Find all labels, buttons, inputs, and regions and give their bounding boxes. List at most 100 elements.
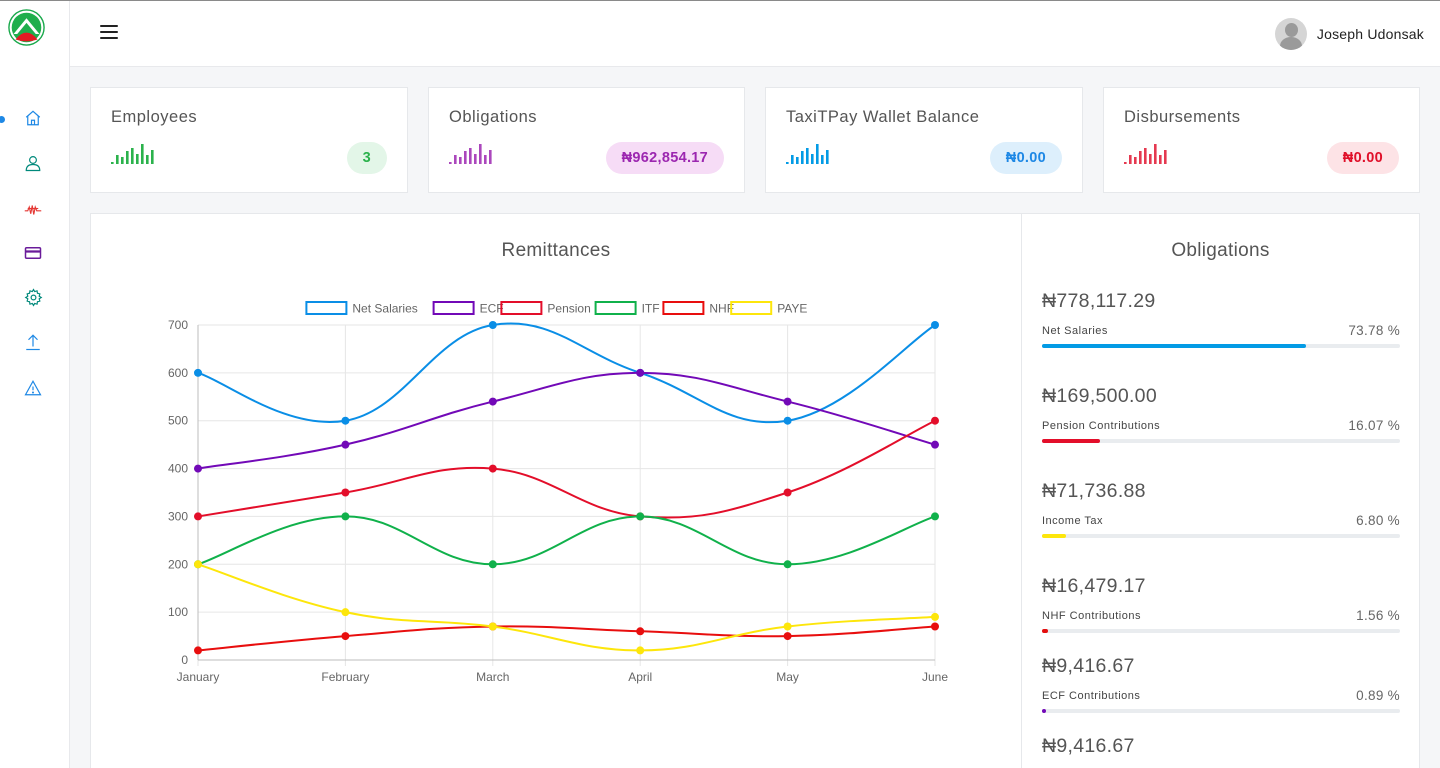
- upload-icon: [26, 334, 40, 351]
- y-tick-label: 500: [168, 414, 188, 428]
- data-point[interactable]: [636, 646, 645, 655]
- obligation-progress-fill: [1042, 629, 1048, 633]
- bar-chart-icon: [786, 144, 829, 164]
- data-point[interactable]: [488, 464, 497, 473]
- sidebar-item-remittances[interactable]: [22, 199, 44, 221]
- data-point[interactable]: [783, 416, 792, 425]
- obligation-amount: ₦169,500.00: [1042, 385, 1157, 407]
- y-tick-label: 300: [168, 509, 188, 523]
- user-icon: [25, 156, 41, 172]
- remittances-line-chart[interactable]: 0 100 200 300 400 500 600 700 January February Mar…: [91, 214, 1021, 734]
- sidebar-item-payments[interactable]: [22, 242, 44, 264]
- obligation-percent: 0.89 %: [1356, 688, 1400, 703]
- data-point[interactable]: [341, 440, 350, 449]
- sidebar-item-employees[interactable]: [22, 152, 44, 174]
- obligation-progress-track: [1042, 534, 1400, 538]
- series-line: [197, 625, 936, 652]
- data-point[interactable]: [636, 368, 645, 377]
- legend-swatch: [662, 301, 705, 315]
- obligation-label: ECF Contributions: [1042, 690, 1141, 702]
- data-point[interactable]: [488, 321, 497, 329]
- data-point[interactable]: [931, 612, 939, 621]
- data-point[interactable]: [636, 627, 645, 636]
- data-point[interactable]: [488, 560, 497, 569]
- wallet-balance-card[interactable]: TaxiTPay Wallet Balance ₦0.00: [765, 87, 1083, 193]
- obligation-percent: 16.07 %: [1348, 418, 1400, 433]
- obligation-progress-track: [1042, 344, 1400, 348]
- obligation-item: ₦169,500.00 Pension Contributions 16.07 %: [1042, 385, 1400, 443]
- data-point[interactable]: [194, 512, 202, 521]
- data-point[interactable]: [931, 321, 939, 329]
- remittances-panel: Remittances 0 100 200 300 400 500 600 700 Januar…: [90, 213, 1022, 768]
- data-point[interactable]: [931, 440, 939, 449]
- data-point[interactable]: [194, 368, 202, 377]
- legend-item[interactable]: ECF: [432, 301, 504, 316]
- obligation-percent: 73.78 %: [1348, 323, 1400, 338]
- legend-label: Net Salaries: [352, 302, 417, 316]
- spark-bar: [811, 154, 814, 164]
- spark-bar: [469, 148, 472, 164]
- obligation-item: ₦71,736.88 Income Tax 6.80 %: [1042, 480, 1400, 538]
- data-point[interactable]: [931, 512, 939, 521]
- avatar: [1274, 18, 1307, 50]
- legend-item[interactable]: Pension: [500, 301, 591, 316]
- data-point[interactable]: [341, 632, 350, 641]
- series-line: [197, 515, 936, 566]
- series-line: [197, 563, 936, 652]
- x-tick-label: June: [922, 670, 948, 684]
- legend-item[interactable]: NHF: [662, 301, 734, 316]
- series-line: [197, 419, 936, 519]
- data-point[interactable]: [783, 632, 792, 641]
- disbursements-total-badge: ₦0.00: [1326, 142, 1399, 174]
- x-tick-label: April: [628, 670, 652, 684]
- data-point[interactable]: [488, 397, 497, 406]
- data-point[interactable]: [783, 622, 792, 631]
- spark-bar: [459, 157, 462, 164]
- data-point[interactable]: [783, 488, 792, 497]
- data-point[interactable]: [194, 646, 202, 655]
- data-point[interactable]: [341, 608, 350, 617]
- data-point[interactable]: [341, 512, 350, 521]
- legend-item[interactable]: ITF: [594, 301, 660, 316]
- data-point[interactable]: [341, 416, 350, 425]
- spark-bar: [121, 157, 124, 164]
- legend-item[interactable]: PAYE: [730, 301, 807, 316]
- data-point[interactable]: [488, 622, 497, 631]
- obligation-label: Net Salaries: [1042, 325, 1108, 337]
- legend-swatch: [500, 301, 543, 315]
- spark-bar: [146, 155, 149, 164]
- app-logo[interactable]: [8, 9, 45, 46]
- spark-bar: [791, 155, 794, 164]
- sidebar-item-upload[interactable]: [22, 331, 44, 353]
- obligation-amount: ₦16,479.17: [1042, 575, 1146, 597]
- employees-card[interactable]: Employees 3: [90, 87, 408, 193]
- data-point[interactable]: [194, 464, 202, 473]
- x-tick-label: May: [776, 670, 799, 684]
- spark-bar: [1159, 155, 1162, 164]
- obligations-card[interactable]: Obligations ₦962,854.17: [428, 87, 745, 193]
- data-point[interactable]: [341, 488, 350, 497]
- data-point[interactable]: [636, 512, 645, 521]
- data-point[interactable]: [194, 560, 202, 569]
- data-point[interactable]: [783, 560, 792, 569]
- user-menu[interactable]: Joseph Udonsak: [1274, 18, 1424, 50]
- y-tick-label: 0: [181, 653, 188, 667]
- data-point[interactable]: [931, 416, 939, 425]
- data-point[interactable]: [931, 622, 939, 631]
- menu-toggle-button[interactable]: [100, 25, 118, 41]
- y-tick-label: 700: [168, 318, 188, 332]
- disbursements-card[interactable]: Disbursements ₦0.00: [1103, 87, 1420, 193]
- sidebar-item-settings[interactable]: [22, 286, 44, 308]
- sidebar-item-home[interactable]: [22, 107, 44, 129]
- spark-bar: [484, 155, 487, 164]
- x-tick-label: January: [177, 670, 220, 684]
- obligation-percent: 6.80 %: [1356, 513, 1400, 528]
- legend-item[interactable]: Net Salaries: [305, 301, 418, 316]
- sidebar-item-alerts[interactable]: [22, 377, 44, 399]
- data-point[interactable]: [783, 397, 792, 406]
- active-indicator: [0, 116, 5, 123]
- card-title: Obligations: [449, 108, 538, 126]
- obligation-label: Income Tax: [1042, 515, 1104, 527]
- obligation-item: ₦9,416.67 ECF Contributions 0.89 %: [1042, 655, 1400, 713]
- obligation-amount: ₦778,117.29: [1042, 290, 1156, 312]
